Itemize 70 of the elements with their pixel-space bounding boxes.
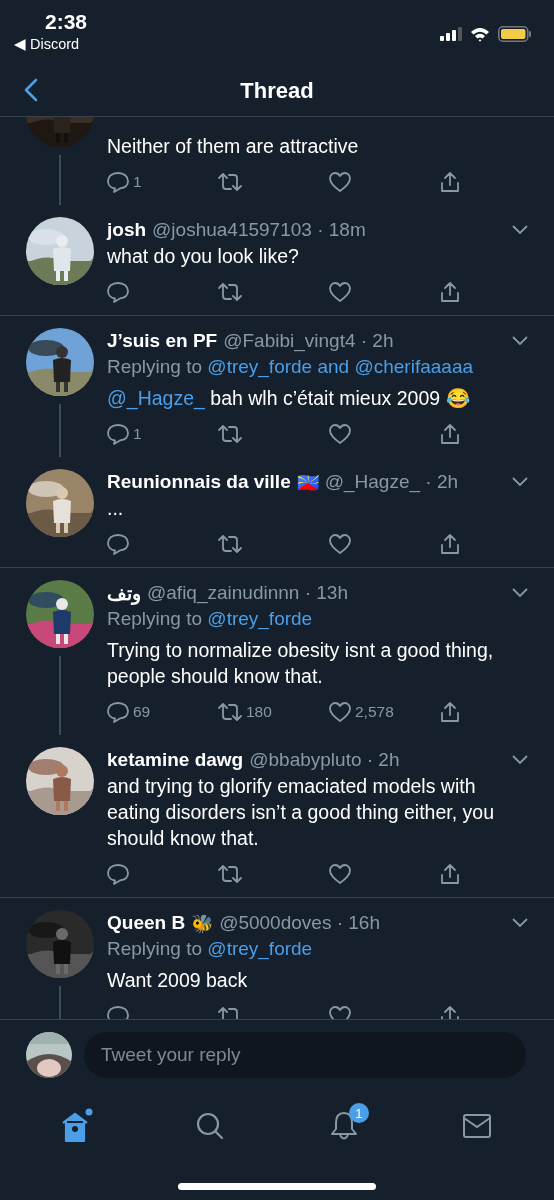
chevron-down-icon[interactable] bbox=[512, 225, 528, 235]
heart-icon[interactable] bbox=[328, 863, 352, 885]
heart-icon[interactable] bbox=[328, 701, 352, 723]
handle-and-time: @5000doves · 16h bbox=[219, 912, 380, 934]
reply-icon[interactable] bbox=[106, 171, 130, 193]
battery-icon bbox=[498, 26, 532, 42]
chevron-down-icon[interactable] bbox=[512, 336, 528, 346]
heart-icon[interactable] bbox=[328, 171, 352, 193]
reply-icon[interactable] bbox=[106, 533, 130, 555]
handle-and-time: @_Hagze_ · 2h bbox=[324, 471, 459, 493]
tweet-text: ... bbox=[107, 497, 124, 519]
handle-and-time: @afiq_zainudinnn · 13h bbox=[147, 582, 348, 604]
reply-count: 1 bbox=[133, 425, 142, 443]
tweet-text: Neither of them are attractive bbox=[107, 135, 359, 157]
share-icon[interactable] bbox=[439, 423, 461, 445]
tweet-text: Want 2009 back bbox=[107, 969, 248, 991]
chevron-down-icon[interactable] bbox=[512, 477, 528, 487]
heart-icon[interactable] bbox=[328, 281, 352, 303]
reply-count: 69 bbox=[133, 703, 151, 721]
user-name[interactable]: J’suis en PF bbox=[107, 330, 218, 352]
retweet-count: 180 bbox=[246, 703, 272, 721]
retweet-icon[interactable] bbox=[217, 282, 243, 302]
share-icon[interactable] bbox=[439, 863, 461, 885]
retweet-icon[interactable] bbox=[217, 424, 243, 444]
mail-icon bbox=[462, 1113, 493, 1139]
signal-icon bbox=[440, 27, 462, 41]
share-icon[interactable] bbox=[439, 701, 461, 723]
reply-count: 1 bbox=[133, 173, 142, 191]
back-to-app-link[interactable]: ◀ Discord bbox=[14, 34, 80, 54]
screen-title: Thread bbox=[240, 77, 314, 104]
wifi-icon bbox=[470, 26, 490, 42]
like-count: 2,578 bbox=[355, 703, 394, 721]
tweet-text: what do you look like? bbox=[107, 245, 299, 267]
back-icon[interactable] bbox=[24, 78, 38, 102]
chevron-down-icon[interactable] bbox=[512, 755, 528, 765]
user-name[interactable]: وتف bbox=[107, 581, 141, 605]
reply-icon[interactable] bbox=[106, 423, 130, 445]
chevron-down-icon[interactable] bbox=[512, 588, 528, 598]
share-icon[interactable] bbox=[439, 171, 461, 193]
user-name[interactable]: Reunionnais da ville bbox=[107, 471, 291, 493]
retweet-icon[interactable] bbox=[217, 864, 243, 884]
tweet-text: and trying to glorify emaciated models with eating disorders isn’t a good thing either, you should know that. bbox=[107, 775, 494, 849]
replying-to-text: Replying to @trey_forde bbox=[107, 607, 314, 632]
user-name[interactable]: Queen B bbox=[107, 912, 186, 934]
retweet-icon[interactable] bbox=[217, 702, 243, 722]
chevron-down-icon[interactable] bbox=[512, 918, 528, 928]
reply-icon[interactable] bbox=[106, 281, 130, 303]
user-name[interactable]: ketamine dawg bbox=[107, 749, 244, 771]
user-name[interactable]: josh bbox=[107, 219, 147, 241]
reply-icon[interactable] bbox=[106, 701, 130, 723]
share-icon[interactable] bbox=[439, 281, 461, 303]
replying-to-text: Replying to @trey_forde and @cherifaaaaa bbox=[107, 355, 475, 380]
reply-icon[interactable] bbox=[106, 863, 130, 885]
status-time: 2:38 bbox=[45, 10, 88, 34]
handle-and-time: @Fabibi_vingt4 · 2h bbox=[223, 330, 394, 352]
search-icon bbox=[195, 1111, 226, 1141]
name-emoji: 🐝 bbox=[191, 912, 214, 934]
replying-to-text: Replying to @trey_forde bbox=[107, 937, 314, 962]
tweet-text: @_Hagze_ bah wlh c’était mieux 2009 😂 bbox=[107, 387, 470, 409]
share-icon[interactable] bbox=[439, 533, 461, 555]
reply-field[interactable]: Tweet your reply bbox=[84, 1032, 526, 1078]
retweet-icon[interactable] bbox=[217, 172, 243, 192]
notification-badge: 1 bbox=[348, 1103, 369, 1123]
heart-icon[interactable] bbox=[328, 423, 352, 445]
tweet-text: Trying to normalize obesity isnt a good thing, people should know that. bbox=[107, 639, 494, 687]
retweet-icon[interactable] bbox=[217, 534, 243, 554]
heart-icon[interactable] bbox=[328, 533, 352, 555]
name-emoji: 🇷🇪 bbox=[296, 471, 319, 493]
handle-and-time: @bbabypluto · 2h bbox=[249, 749, 400, 771]
handle-and-time: @joshua41597103 · 18m bbox=[152, 219, 366, 241]
